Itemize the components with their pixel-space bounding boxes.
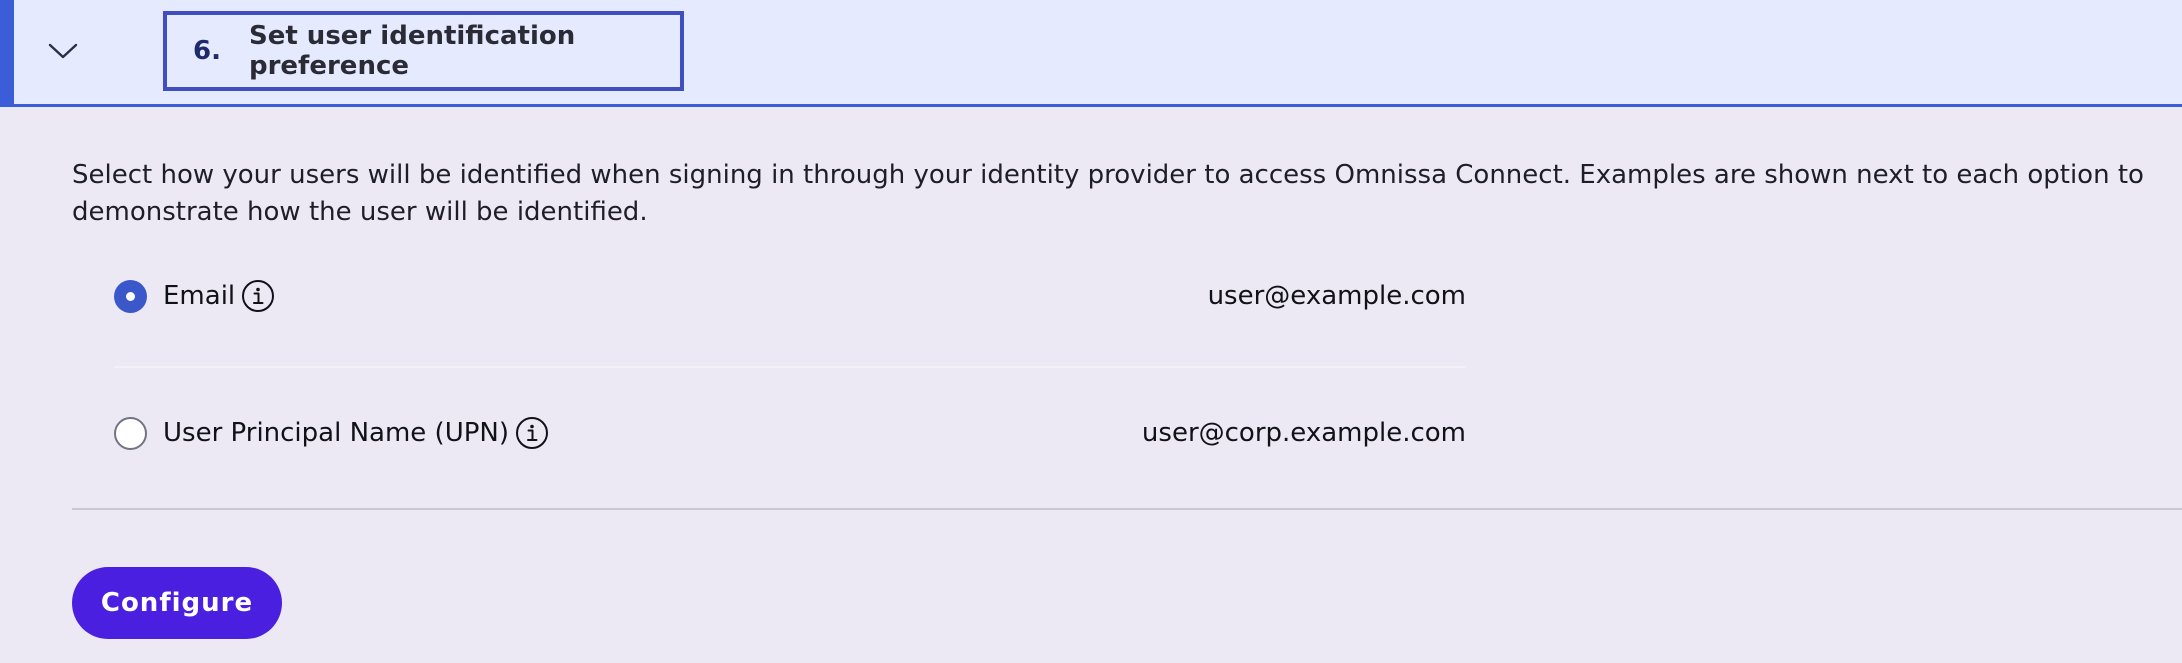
upn-option-label[interactable]: User Principal Name (UPN) bbox=[163, 418, 509, 448]
email-radio[interactable] bbox=[114, 279, 147, 313]
step-title[interactable]: 6. Set user identification preference bbox=[163, 11, 684, 91]
email-example: user@example.com bbox=[1207, 281, 1466, 311]
section-divider bbox=[72, 508, 2182, 510]
option-email-row[interactable]: Email user@example.com bbox=[114, 274, 1466, 318]
option-upn-row[interactable]: User Principal Name (UPN) user@corp.exam… bbox=[114, 411, 1466, 455]
step-accent-bar bbox=[0, 0, 14, 107]
step-number: 6. bbox=[193, 36, 221, 66]
upn-radio[interactable] bbox=[114, 416, 147, 450]
chevron-down-icon[interactable] bbox=[46, 34, 80, 68]
info-icon[interactable] bbox=[241, 279, 275, 313]
info-icon[interactable] bbox=[515, 416, 549, 450]
configure-button[interactable]: Configure bbox=[72, 567, 282, 639]
email-option-label[interactable]: Email bbox=[163, 281, 235, 311]
step-title-text: Set user identification preference bbox=[248, 21, 576, 81]
step-description: Select how your users will be identified… bbox=[72, 160, 2144, 227]
option-divider bbox=[114, 366, 1466, 368]
upn-example: user@corp.example.com bbox=[1141, 418, 1466, 448]
step-header[interactable]: 6. Set user identification preference bbox=[0, 0, 2182, 107]
identity-setup-page: 6. Set user identification preference Se… bbox=[0, 0, 2182, 663]
